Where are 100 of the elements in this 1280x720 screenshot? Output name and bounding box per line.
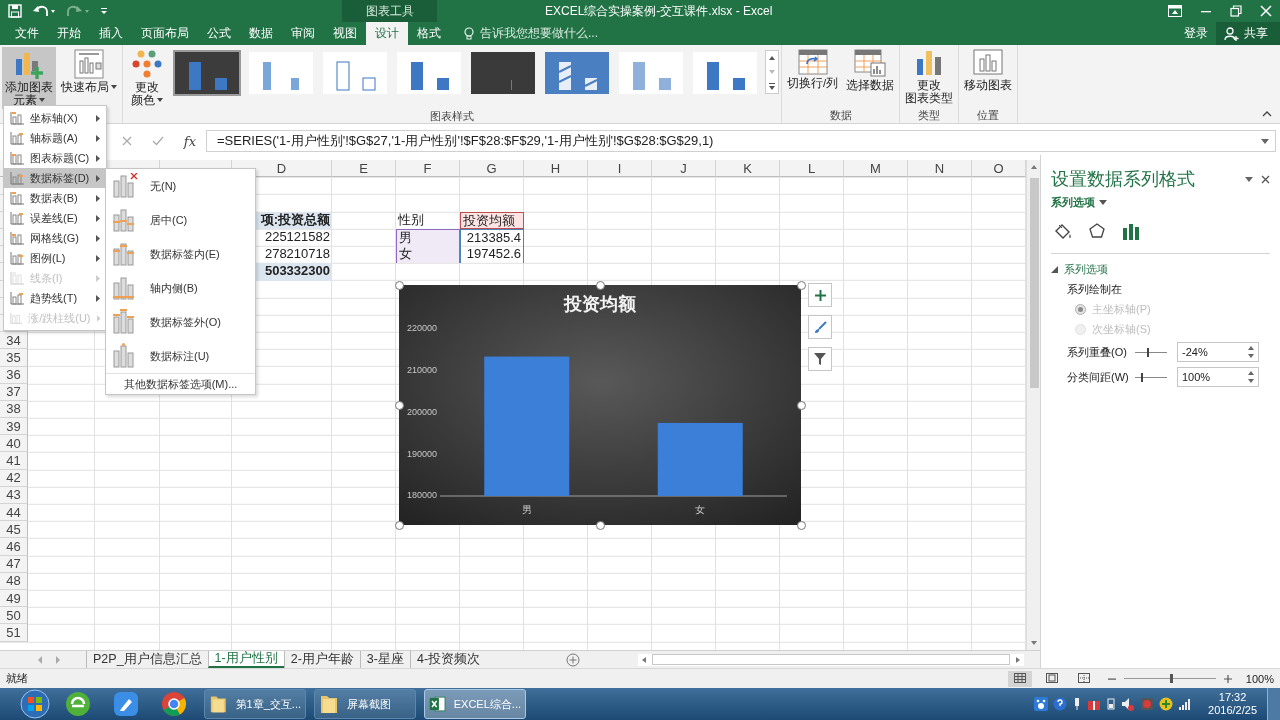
- column-header[interactable]: E: [332, 160, 396, 178]
- save-icon[interactable]: [8, 4, 22, 18]
- ribbon-tab[interactable]: 插入: [90, 22, 132, 46]
- chart-style-thumbnail[interactable]: [247, 50, 315, 97]
- chart-elements-button[interactable]: [808, 283, 832, 308]
- chart-style-thumbnail[interactable]: [691, 50, 759, 97]
- menu-item[interactable]: 数据表(B): [4, 188, 106, 208]
- ribbon-display-icon[interactable]: [1168, 5, 1182, 17]
- chart-style-thumbnail[interactable]: [543, 50, 611, 97]
- pane-options-icon[interactable]: [1245, 176, 1253, 182]
- column-header[interactable]: G: [460, 160, 524, 178]
- ribbon-tab[interactable]: 文件: [6, 22, 48, 46]
- row-header[interactable]: 50: [0, 607, 28, 625]
- ribbon-tab[interactable]: 设计: [366, 22, 408, 46]
- scrollbar-thumb[interactable]: [652, 654, 1010, 666]
- ribbon-button[interactable]: 切换行/列: [784, 47, 842, 109]
- undo-icon[interactable]: [32, 4, 56, 18]
- ribbon-button[interactable]: 快速布局: [58, 47, 120, 110]
- insert-function-button[interactable]: fx: [183, 133, 196, 149]
- column-header[interactable]: M: [844, 160, 908, 178]
- share-button[interactable]: 共享: [1216, 22, 1280, 46]
- ribbon-button[interactable]: 更改 颜色: [125, 47, 169, 110]
- clock-date[interactable]: 2016/2/25: [1208, 704, 1257, 717]
- zoom-in-icon[interactable]: [1223, 674, 1232, 683]
- ribbon-tab[interactable]: 公式: [198, 22, 240, 46]
- column-header[interactable]: N: [908, 160, 972, 178]
- row-header[interactable]: 39: [0, 418, 28, 436]
- start-button[interactable]: [18, 689, 52, 719]
- ribbon-tab[interactable]: 审阅: [282, 22, 324, 46]
- clock-time[interactable]: 17:32: [1218, 691, 1247, 704]
- resize-handle[interactable]: [395, 521, 404, 531]
- menu-item[interactable]: 数据标签外(O): [106, 305, 255, 339]
- column-header[interactable]: J: [652, 160, 716, 178]
- resize-handle[interactable]: [797, 401, 806, 411]
- menu-item[interactable]: 图例(L): [4, 248, 106, 268]
- scrollbar-thumb[interactable]: [1029, 178, 1039, 389]
- column-header[interactable]: F: [396, 160, 460, 178]
- menu-item[interactable]: 图表标题(C): [4, 148, 106, 168]
- resize-handle[interactable]: [395, 401, 404, 411]
- spin-field[interactable]: -24%: [1177, 342, 1259, 363]
- row-header[interactable]: 46: [0, 538, 28, 556]
- ribbon-tab[interactable]: 开始: [48, 22, 90, 46]
- taskbar-button[interactable]: 第1章_交互...: [204, 689, 306, 719]
- chart-style-thumbnail[interactable]: [321, 50, 389, 97]
- row-header[interactable]: 35: [0, 349, 28, 367]
- resize-handle[interactable]: [596, 521, 605, 531]
- resize-handle[interactable]: [797, 521, 806, 531]
- ribbon-tab[interactable]: 视图: [324, 22, 366, 46]
- column-header[interactable]: L: [780, 160, 844, 178]
- resize-handle[interactable]: [596, 281, 605, 291]
- row-header[interactable]: 41: [0, 452, 28, 470]
- browser-icon[interactable]: [161, 691, 187, 717]
- spin-field[interactable]: 100%: [1177, 367, 1259, 388]
- ribbon-button[interactable]: 选择数据: [843, 47, 898, 109]
- column-header[interactable]: I: [588, 160, 652, 178]
- ribbon-button[interactable]: 添加图表 元素: [2, 47, 56, 110]
- sign-in-link[interactable]: 登录: [1184, 25, 1208, 43]
- row-header[interactable]: 44: [0, 504, 28, 522]
- close-icon[interactable]: [1261, 174, 1270, 184]
- tell-me-field[interactable]: 告诉我您想要做什么...: [464, 22, 598, 46]
- menu-item[interactable]: 轴标题(A): [4, 128, 106, 148]
- resize-handle[interactable]: [395, 281, 404, 291]
- ribbon-button[interactable]: 更改 图表类型: [902, 47, 957, 109]
- section-header[interactable]: 系列选项: [1051, 262, 1270, 278]
- add-sheet-icon[interactable]: [566, 652, 581, 667]
- chart-style-thumbnail[interactable]: [469, 50, 537, 97]
- restore-icon[interactable]: [1230, 5, 1242, 17]
- row-header[interactable]: 40: [0, 435, 28, 453]
- view-button[interactable]: [1007, 670, 1032, 687]
- round-app-icon[interactable]: [65, 691, 91, 717]
- options-dropdown[interactable]: 系列选项: [1051, 195, 1107, 211]
- row-header[interactable]: 51: [0, 624, 28, 642]
- row-header[interactable]: 45: [0, 521, 28, 539]
- ribbon-button[interactable]: 移动图表: [961, 47, 1016, 109]
- menu-item[interactable]: 趋势线(T): [4, 288, 106, 308]
- customize-toolbar-icon[interactable]: [100, 6, 108, 16]
- collapse-ribbon-icon[interactable]: [1262, 111, 1272, 118]
- ribbon-tab[interactable]: 页面布局: [132, 22, 198, 46]
- resize-handle[interactable]: [797, 281, 806, 291]
- chart-style-thumbnail[interactable]: [617, 50, 685, 97]
- chart-styles-button[interactable]: [808, 315, 832, 340]
- pen-app-icon[interactable]: [113, 691, 139, 717]
- chart-style-thumbnail[interactable]: [395, 50, 463, 97]
- column-header[interactable]: K: [716, 160, 780, 178]
- taskbar-button[interactable]: 屏幕截图: [314, 689, 416, 719]
- chart-filters-button[interactable]: [808, 347, 832, 372]
- column-header[interactable]: O: [972, 160, 1026, 178]
- ribbon-tab[interactable]: 数据: [240, 22, 282, 46]
- menu-item[interactable]: 误差线(E): [4, 208, 106, 228]
- menu-item[interactable]: 网格线(G): [4, 228, 106, 248]
- menu-item[interactable]: 坐标轴(X): [4, 108, 106, 128]
- column-header[interactable]: H: [524, 160, 588, 178]
- menu-item[interactable]: 数据标注(U): [106, 339, 255, 373]
- ribbon-tab[interactable]: 格式: [408, 22, 450, 46]
- menu-item[interactable]: 其他数据标签选项(M)...: [106, 373, 255, 394]
- zoom-level[interactable]: 100%: [1245, 672, 1274, 685]
- row-header[interactable]: 34: [0, 332, 28, 350]
- chart-style-thumbnail[interactable]: [173, 50, 241, 97]
- expand-icon[interactable]: [1261, 138, 1269, 144]
- menu-item[interactable]: 数据标签(D): [4, 168, 106, 188]
